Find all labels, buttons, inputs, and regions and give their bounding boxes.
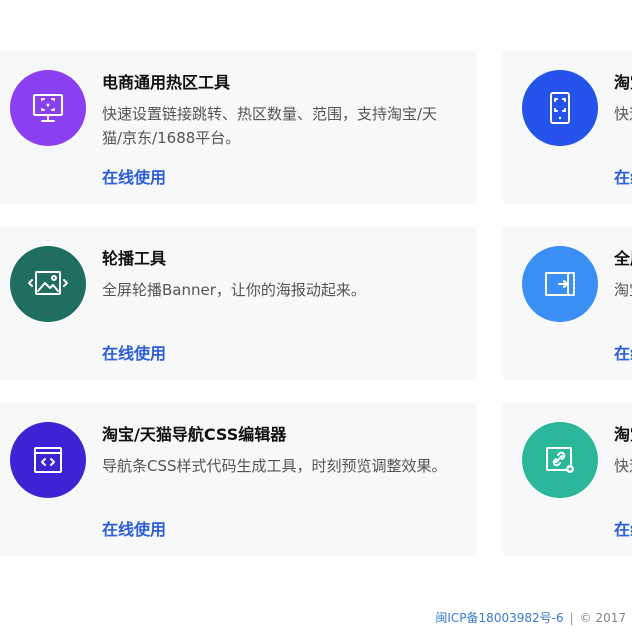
use-online-link[interactable]: 在线 bbox=[614, 343, 632, 365]
tool-icon-badge bbox=[522, 246, 598, 322]
tool-description: 快速 bbox=[614, 105, 632, 123]
use-online-link[interactable]: 在线使用 bbox=[102, 167, 166, 189]
tool-description: 快速 bbox=[614, 457, 632, 475]
use-online-link[interactable]: 在线 bbox=[614, 519, 632, 541]
tool-card-fullscreen: 全屏 淘宝来选 在线 bbox=[502, 226, 632, 380]
tool-title: 轮播工具 bbox=[102, 249, 167, 268]
tool-title: 淘宝/天猫导航CSS编辑器 bbox=[102, 425, 287, 444]
tool-icon-badge bbox=[10, 246, 86, 322]
use-online-link[interactable]: 在线 bbox=[614, 167, 632, 189]
tool-title: 全屏 bbox=[614, 249, 632, 268]
link-edit-icon bbox=[546, 447, 574, 473]
mobile-hotspot-icon bbox=[550, 92, 570, 124]
fullscreen-arrow-icon bbox=[545, 272, 575, 296]
tool-description: 淘宝来选 bbox=[614, 281, 632, 299]
icp-license-link[interactable]: 闽ICP备18003982号-6 bbox=[435, 611, 563, 625]
tool-icon-badge bbox=[522, 422, 598, 498]
tool-card-taobao-mobile: 淘宝 快速 在线 bbox=[502, 50, 632, 204]
tool-description: 导航条CSS样式代码生成工具，时刻预览调整效果。 bbox=[102, 457, 447, 475]
use-online-link[interactable]: 在线使用 bbox=[102, 519, 166, 541]
tool-title: 淘宝 bbox=[614, 73, 632, 92]
tool-icon-badge bbox=[10, 70, 86, 146]
tool-card-link: 淘宝 快速 在线 bbox=[502, 402, 632, 556]
monitor-hotspot-icon bbox=[33, 94, 63, 122]
tool-description: 全屏轮播Banner，让你的海报动起来。 bbox=[102, 281, 366, 299]
tool-card-carousel: 轮播工具 全屏轮播Banner，让你的海报动起来。 在线使用 bbox=[0, 226, 478, 380]
use-online-link[interactable]: 在线使用 bbox=[102, 343, 166, 365]
tool-icon-badge bbox=[10, 422, 86, 498]
footer-separator: | bbox=[569, 611, 574, 625]
tool-card-nav-css: 淘宝/天猫导航CSS编辑器 导航条CSS样式代码生成工具，时刻预览调整效果。 在… bbox=[0, 402, 478, 556]
footer: 闽ICP备18003982号-6 | © 2017 bbox=[435, 610, 626, 626]
image-carousel-icon bbox=[28, 271, 68, 295]
tool-card-hotspot: 电商通用热区工具 快速设置链接跳转、热区数量、范围，支持淘宝/天猫/京东/168… bbox=[0, 50, 478, 204]
tool-description: 快速设置链接跳转、热区数量、范围，支持淘宝/天猫/京东/1688平台。 bbox=[102, 105, 438, 147]
tool-icon-badge bbox=[522, 70, 598, 146]
tool-title: 淘宝 bbox=[614, 425, 632, 444]
code-window-icon bbox=[34, 447, 62, 473]
copyright-text: © 2017 bbox=[579, 611, 626, 625]
tool-title: 电商通用热区工具 bbox=[102, 73, 231, 92]
